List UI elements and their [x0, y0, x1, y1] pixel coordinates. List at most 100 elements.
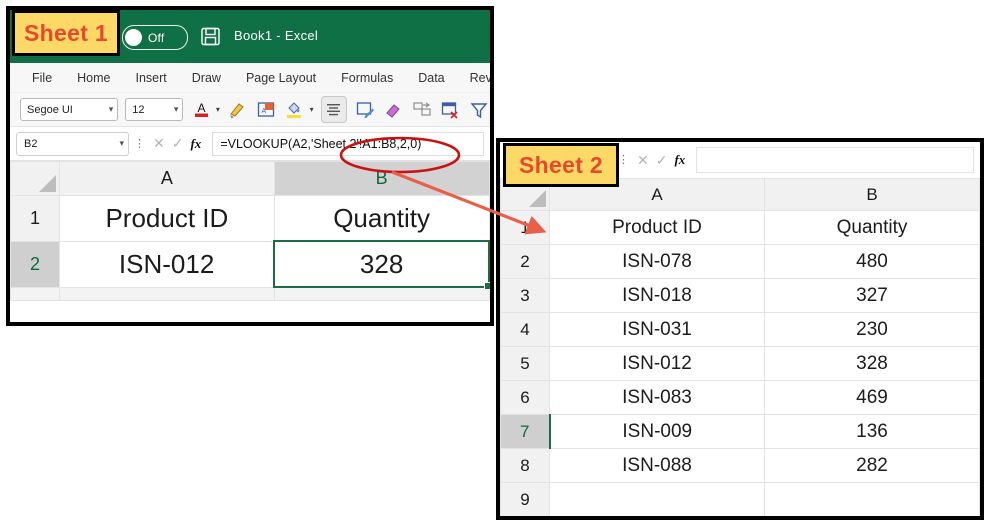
sheet2-cell-b5[interactable]: 328: [764, 346, 980, 381]
chevron-down-icon[interactable]: ▾: [216, 105, 220, 114]
cancel-x-icon[interactable]: ✕: [637, 152, 649, 169]
sheet2-cell-a2[interactable]: ISN-078: [549, 244, 765, 279]
sheet2-row-header-7[interactable]: 7: [500, 414, 551, 449]
table-row: 2 ISN-078 480: [500, 244, 980, 279]
cancel-x-icon[interactable]: ✕: [153, 135, 165, 152]
formula-bar-overflow-icon[interactable]: ⋮: [618, 155, 629, 166]
sheet2-cell-b7[interactable]: 136: [764, 414, 980, 449]
sheet2-cell-a7[interactable]: ISN-009: [549, 414, 765, 449]
table-row: 3 ISN-018 327: [500, 278, 980, 313]
chevron-down-icon: ▾: [108, 104, 114, 114]
font-color-icon[interactable]: A: [190, 99, 212, 121]
save-disk-icon[interactable]: [200, 26, 221, 47]
edit-comment-icon[interactable]: [354, 99, 376, 121]
sheet1-cell-b1[interactable]: Quantity: [273, 195, 490, 242]
chevron-down-icon: ▾: [173, 104, 179, 114]
chevron-down-icon[interactable]: ▾: [119, 138, 124, 149]
ribbon-tab-data[interactable]: Data: [418, 71, 444, 85]
sheet1-row-header-1[interactable]: 1: [10, 195, 60, 242]
corner-triangle-icon: [529, 190, 546, 207]
sheet2-cell-b8[interactable]: 282: [764, 448, 980, 483]
autosave-state-label: Off: [148, 30, 165, 45]
sheet2-cell-b3[interactable]: 327: [764, 278, 980, 313]
sheet1-cell-b2[interactable]: 328: [273, 240, 490, 291]
filter-icon[interactable]: [468, 99, 490, 121]
autosave-toggle[interactable]: Off: [122, 25, 188, 50]
font-size-combo[interactable]: 12 ▾: [125, 98, 184, 121]
chevron-down-icon[interactable]: ▾: [310, 105, 314, 114]
sheet2-row-header-3[interactable]: 3: [500, 278, 550, 313]
sheet2-cell-a8[interactable]: ISN-088: [549, 448, 765, 483]
table-row: 6 ISN-083 469: [500, 380, 980, 415]
insert-function-icon[interactable]: fx: [674, 152, 685, 168]
sheet2-cell-b4[interactable]: 230: [764, 312, 980, 347]
font-size-value: 12: [132, 103, 145, 116]
sheet2-window: ⋮ ✕ ✓ fx A B 1 Product ID Quantity 2 ISN…: [496, 138, 984, 520]
sheet2-formula-input[interactable]: [696, 147, 974, 173]
sheet2-row-header-8[interactable]: 8: [500, 448, 550, 483]
enter-check-icon[interactable]: ✓: [656, 152, 668, 169]
sheet2-cell-b9[interactable]: [764, 482, 980, 516]
sheet2-cell-a5[interactable]: ISN-012: [549, 346, 765, 381]
eraser-icon[interactable]: [383, 99, 405, 121]
ribbon-tab-formulas[interactable]: Formulas: [341, 71, 393, 85]
workbook-title: Book1 - Excel: [234, 28, 319, 43]
sheet2-column-header-b[interactable]: B: [764, 178, 980, 211]
sheet2-row-header-6[interactable]: 6: [500, 380, 550, 415]
sheet1-cell-a1[interactable]: Product ID: [59, 195, 275, 242]
ribbon-tab-review[interactable]: Rev: [470, 71, 490, 85]
svg-text:A: A: [261, 108, 266, 115]
sheet1-cell-filler-b: [273, 286, 490, 301]
table-row: 4 ISN-031 230: [500, 312, 980, 347]
ribbon-tab-page-layout[interactable]: Page Layout: [246, 71, 316, 85]
sheet2-row-header-2[interactable]: 2: [500, 244, 550, 279]
sheet2-cell-a1[interactable]: Product ID: [549, 210, 765, 245]
delete-cells-icon[interactable]: [440, 99, 462, 121]
sheet2-cell-b6[interactable]: 469: [764, 380, 980, 415]
table-row: 7 ISN-009 136: [500, 414, 980, 449]
enter-check-icon[interactable]: ✓: [172, 135, 184, 152]
align-center-icon[interactable]: [320, 96, 348, 123]
sheet2-row-header-9[interactable]: 9: [500, 482, 550, 516]
sheet2-cell-a3[interactable]: ISN-018: [549, 278, 765, 313]
table-row: 1 Product ID Quantity: [10, 195, 490, 242]
merge-cells-icon[interactable]: [411, 99, 433, 121]
sheet2-cell-a6[interactable]: ISN-083: [549, 380, 765, 415]
insert-function-icon[interactable]: fx: [190, 136, 201, 152]
sheet2-row-header-5[interactable]: 5: [500, 346, 550, 381]
translate-icon[interactable]: A: [255, 99, 277, 121]
sheet2-row-header-1[interactable]: 1: [500, 210, 550, 245]
formula-input[interactable]: =VLOOKUP(A2,'Sheet 2'!A1:B8,2,0): [212, 131, 484, 156]
sheet2-cell-b1[interactable]: Quantity: [764, 210, 980, 245]
sheet1-column-header-row: A B: [10, 161, 490, 196]
formula-bar-overflow-icon[interactable]: ⋮: [134, 138, 145, 149]
ribbon-tab-bar: File Home Insert Draw Page Layout Formul…: [10, 63, 490, 93]
sheet2-row-header-4[interactable]: 4: [500, 312, 550, 347]
corner-triangle-icon: [39, 175, 56, 192]
ribbon-tab-home[interactable]: Home: [77, 71, 110, 85]
table-row: 9: [500, 482, 980, 516]
sheet2-cell-a9[interactable]: [549, 482, 765, 516]
ribbon-tab-file[interactable]: File: [32, 71, 52, 85]
fill-color-icon[interactable]: [284, 99, 306, 121]
sheet1-cell-a2[interactable]: ISN-012: [59, 240, 275, 288]
sheet1-annotation-label: Sheet 1: [12, 10, 120, 56]
sheet2-cell-b2[interactable]: 480: [764, 244, 980, 279]
font-name-combo[interactable]: Segoe UI ▾: [20, 98, 119, 121]
sheet1-cell-filler-a: [59, 286, 275, 301]
name-box-value: B2: [24, 137, 38, 150]
font-name-value: Segoe UI: [27, 103, 73, 116]
sheet1-column-header-b[interactable]: B: [273, 161, 490, 196]
format-painter-icon[interactable]: [227, 99, 249, 121]
select-all-corner[interactable]: [10, 161, 60, 196]
sheet1-grid: A B 1 Product ID Quantity 2 ISN-012 328: [10, 161, 490, 301]
sheet2-cell-a4[interactable]: ISN-031: [549, 312, 765, 347]
ribbon-tab-insert[interactable]: Insert: [136, 71, 167, 85]
sheet1-formula-bar: B2 ▾ ⋮ ✕ ✓ fx =VLOOKUP(A2,'Sheet 2'!A1:B…: [10, 127, 490, 161]
table-row: 2 ISN-012 328: [10, 240, 490, 291]
sheet1-column-header-a[interactable]: A: [59, 161, 275, 196]
name-box[interactable]: B2 ▾: [16, 131, 129, 156]
sheet1-row-header-2[interactable]: 2: [10, 240, 60, 288]
ribbon-tab-draw[interactable]: Draw: [192, 71, 221, 85]
sheet2-grid: A B 1 Product ID Quantity 2 ISN-078 480 …: [500, 178, 980, 516]
